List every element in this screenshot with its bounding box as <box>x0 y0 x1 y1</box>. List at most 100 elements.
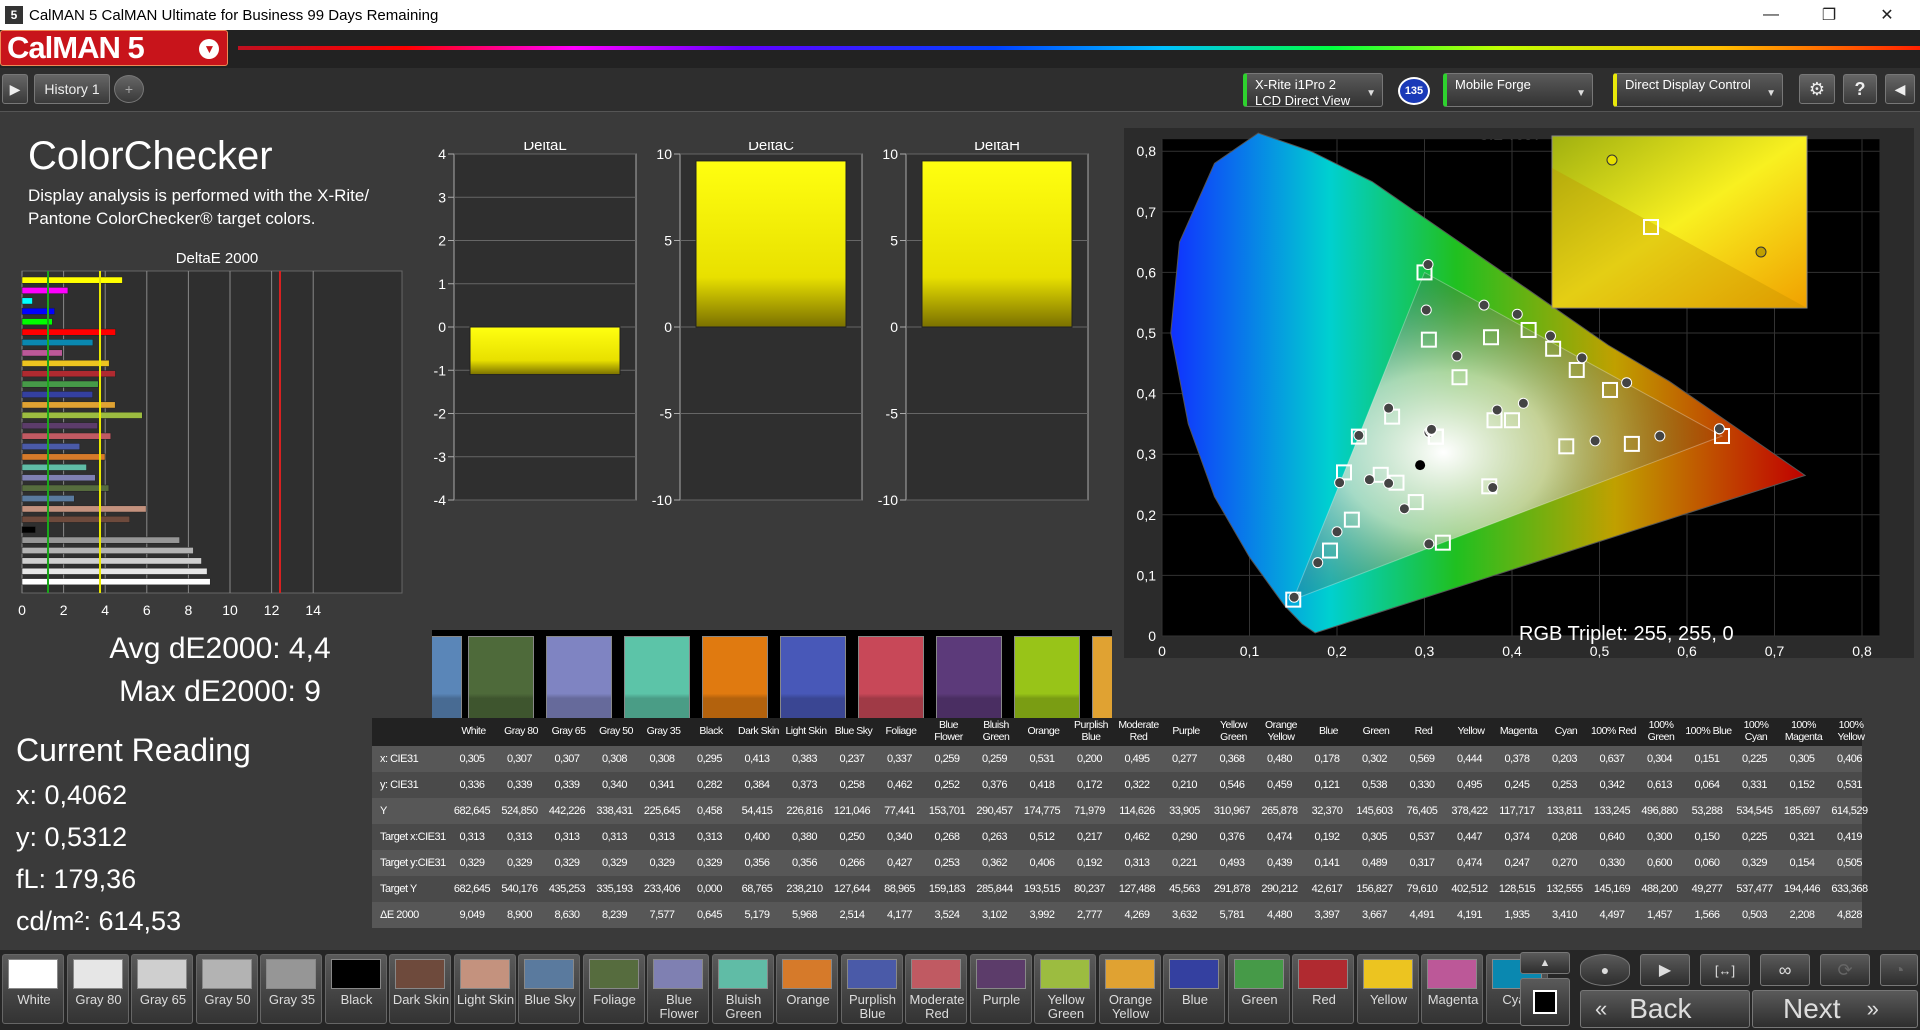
cie-y-tick: 0,4 <box>1137 386 1157 402</box>
column-header: Gray 65 <box>551 725 586 737</box>
table-cell: 0,225 <box>1741 753 1768 765</box>
patch-button[interactable]: Orange Yellow <box>1098 954 1161 1024</box>
table-row: x: CIE31 0,305 0,307 0,307 0,308 0,308 0,295 0,… <box>372 746 1863 772</box>
patch-button[interactable]: Green <box>1227 954 1290 1024</box>
table-cell: 153,701 <box>928 805 966 817</box>
refresh-icon[interactable]: ⟳ <box>1820 954 1870 986</box>
table-cell: 0,253 <box>934 857 960 869</box>
table-cell: 5,781 <box>1219 909 1245 921</box>
next-button[interactable]: Next » <box>1752 990 1918 1028</box>
patch-button[interactable]: Light Skin <box>453 954 516 1024</box>
patch-button[interactable]: Gray 65 <box>131 954 193 1024</box>
table-cell: 0,313 <box>554 831 580 843</box>
patch-button[interactable]: Yellow <box>1356 954 1419 1024</box>
sync-icon[interactable]: ◔ <box>1880 954 1918 986</box>
table-cell: 33,905 <box>1169 805 1200 817</box>
patch-label: Gray 35 <box>268 992 316 1007</box>
meter-badge[interactable]: 135 <box>1398 77 1430 105</box>
patch-button[interactable]: Gray 35 <box>260 954 322 1024</box>
cie-measured-point <box>1423 538 1435 550</box>
measure-range-icon[interactable]: [↔] <box>1700 954 1750 986</box>
de-bar <box>21 515 130 523</box>
table-cell: 0,474 <box>1266 831 1293 843</box>
calman-menu-button[interactable]: CalMAN 5 ▼ <box>0 30 228 66</box>
patch-label: White <box>17 992 51 1007</box>
patch-button[interactable]: Orange <box>776 954 838 1024</box>
table-cell: 402,512 <box>1451 883 1488 895</box>
cie-measured-point <box>1451 350 1463 362</box>
cie-measured-point <box>1545 330 1556 342</box>
table-cell: 0,305 <box>1361 831 1388 843</box>
table-row: Target y:CIE31 0,329 0,329 0,329 0,329 0,329 0… <box>372 850 1863 876</box>
source-select[interactable]: Mobile Forge ▼ <box>1443 73 1593 107</box>
row-header: Target x:CIE31 <box>380 831 446 843</box>
patch-button[interactable]: Blue Sky <box>518 954 580 1024</box>
table-cell: 0,313 <box>601 831 628 843</box>
patch-button[interactable]: Blue Flower <box>647 954 709 1024</box>
add-tab-button[interactable]: + <box>114 75 144 103</box>
table-cell: 0,329 <box>601 857 628 869</box>
table-cell: 0,480 <box>1266 753 1293 765</box>
close-button[interactable]: ✕ <box>1858 0 1916 30</box>
table-cell: 0,538 <box>1361 779 1388 791</box>
scroll-up-icon[interactable]: ▲ <box>1520 952 1570 974</box>
patch-button[interactable]: Gray 80 <box>66 954 129 1024</box>
play-icon[interactable]: ▶ <box>2 74 28 104</box>
patch-button[interactable]: Purple <box>969 954 1032 1024</box>
table-cell: 338,431 <box>596 805 633 817</box>
patch-color <box>846 959 897 989</box>
patch-button[interactable]: White <box>2 954 64 1024</box>
display-select[interactable]: Direct Display Control ▼ <box>1613 73 1783 107</box>
table-cell: 233,406 <box>643 883 681 895</box>
patch-label: Gray 65 <box>139 992 187 1007</box>
patch-button[interactable]: Red <box>1292 954 1354 1024</box>
patch-label: Purplish Blue <box>849 992 896 1021</box>
patch-button[interactable]: Bluish Green <box>711 954 774 1024</box>
patch-button[interactable]: Dark Skin <box>389 954 451 1024</box>
record-icon[interactable]: ● <box>1580 954 1630 986</box>
de-bar <box>21 276 123 284</box>
continuous-icon[interactable]: ∞ <box>1760 954 1810 986</box>
patch-button[interactable]: Magenta <box>1421 954 1483 1024</box>
patch-button[interactable]: Purplish Blue <box>840 954 903 1024</box>
patch-button[interactable]: Yellow Green <box>1034 954 1096 1024</box>
main-panel: ColorChecker Display analysis is perform… <box>0 112 1920 950</box>
table-cell: 3,667 <box>1361 909 1388 921</box>
chevron-down-icon: ▼ <box>199 39 219 59</box>
help-icon[interactable]: ? <box>1843 74 1877 104</box>
patch-button[interactable]: Gray 50 <box>195 954 258 1024</box>
patch-label: Foliage <box>593 992 636 1007</box>
minimize-button[interactable]: — <box>1742 0 1800 30</box>
table-cell: 335,193 <box>596 883 633 895</box>
delta-tick-label: 10 <box>882 146 898 162</box>
tab-history-1[interactable]: History 1 <box>34 74 110 104</box>
cie-measured-point <box>1621 377 1633 389</box>
table-cell: 32,370 <box>1311 805 1343 817</box>
back-button[interactable]: « Back <box>1580 990 1750 1028</box>
patch-button[interactable]: Black <box>324 954 387 1024</box>
restore-button[interactable]: ❐ <box>1800 0 1858 30</box>
patch-button[interactable]: Moderate Red <box>905 954 967 1024</box>
de-bar <box>21 578 211 586</box>
play-measure-icon[interactable]: ▶ <box>1640 954 1690 986</box>
table-cell: 133,811 <box>1546 805 1583 817</box>
table-cell: 54,415 <box>741 805 773 817</box>
table-cell: 127,488 <box>1118 883 1156 895</box>
collapse-icon[interactable]: ◀ <box>1885 74 1915 104</box>
table-cell: 0,151 <box>1694 753 1720 765</box>
patch-button[interactable]: Blue <box>1163 954 1225 1024</box>
window-titlebar: 5 CalMAN 5 CalMAN Ultimate for Business … <box>0 0 1920 30</box>
patch-label: Red <box>1312 992 1336 1007</box>
cie-measured-point <box>1511 308 1523 320</box>
table-cell: 3,632 <box>1171 909 1198 921</box>
cie-y-tick: 0,6 <box>1137 264 1157 280</box>
patch-button[interactable]: Foliage <box>582 954 645 1024</box>
patch-label: Dark Skin <box>392 992 450 1007</box>
column-header: Bluish Green <box>982 719 1010 743</box>
table-cell: 0,337 <box>886 753 913 765</box>
table-cell: 0,330 <box>1599 857 1625 869</box>
gear-icon[interactable]: ⚙ <box>1799 74 1835 104</box>
stop-icon[interactable] <box>1520 978 1570 1026</box>
table-cell: 0,329 <box>506 857 533 869</box>
meter-select[interactable]: X-Rite i1Pro 2 LCD Direct View ▼ <box>1243 73 1383 108</box>
